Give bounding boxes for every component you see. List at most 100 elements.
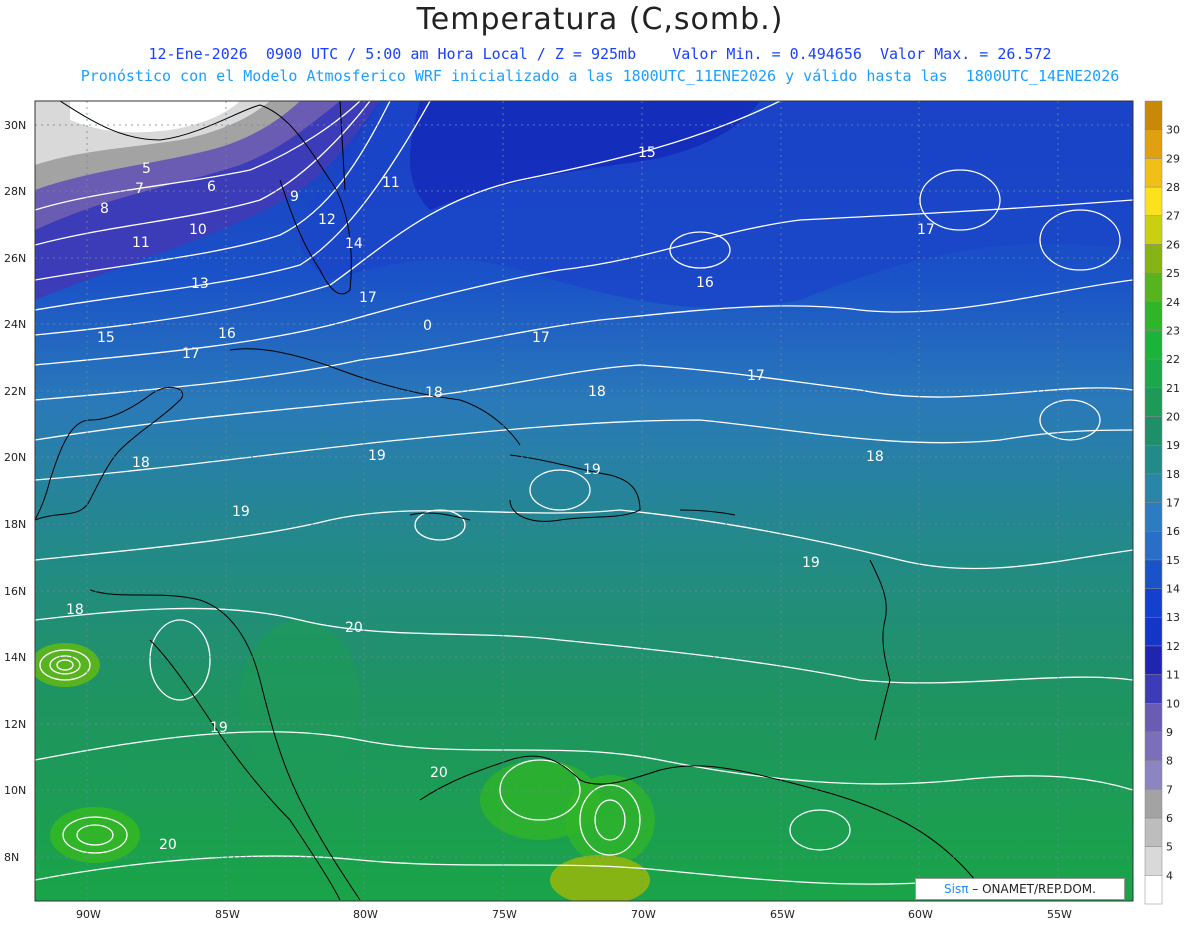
colorbar-label: 30 bbox=[1166, 124, 1180, 137]
colorbar-label: 11 bbox=[1166, 669, 1180, 682]
colorbar-label: 25 bbox=[1166, 267, 1180, 280]
colorbar-swatch bbox=[1144, 674, 1163, 704]
contour-label: 10 bbox=[189, 222, 207, 238]
colorbar-swatch bbox=[1144, 846, 1163, 876]
contour-label: 17 bbox=[917, 222, 935, 238]
contour-label: 20 bbox=[430, 765, 448, 781]
colorbar-label: 29 bbox=[1166, 152, 1180, 165]
colorbar: 4 5 6 7 8 9 10 11 12 13 14 15 16 17 18 19 20 21 22 23 24 25 26… bbox=[1144, 100, 1180, 905]
colorbar-label: 21 bbox=[1166, 382, 1180, 395]
contour-label: 18 bbox=[425, 385, 443, 401]
contour-label: 5 bbox=[142, 161, 151, 177]
colorbar-label: 20 bbox=[1166, 410, 1180, 423]
lon-tick-label: 60W bbox=[908, 908, 933, 921]
lat-tick-label: 26N bbox=[4, 252, 26, 265]
colorbar-label: 6 bbox=[1166, 812, 1173, 825]
lat-axis: 30N 28N 26N 24N 22N 20N 18N 16N 14N 12N … bbox=[4, 119, 26, 864]
contour-label: 19 bbox=[802, 555, 820, 571]
contour-label: 7 bbox=[135, 181, 144, 197]
colorbar-label: 5 bbox=[1166, 841, 1173, 854]
colorbar-label: 17 bbox=[1166, 497, 1180, 510]
lat-tick-label: 30N bbox=[4, 119, 26, 132]
contour-label: 18 bbox=[66, 602, 84, 618]
credit-text: – ONAMET/REP.DOM. bbox=[968, 882, 1096, 896]
colorbar-swatch bbox=[1144, 186, 1163, 216]
contour-label: 17 bbox=[747, 368, 765, 384]
lat-tick-label: 16N bbox=[4, 585, 26, 598]
contour-label: 8 bbox=[100, 201, 109, 217]
colorbar-swatch bbox=[1144, 387, 1163, 417]
contour-label: 18 bbox=[132, 455, 150, 471]
lon-tick-label: 80W bbox=[353, 908, 378, 921]
lat-tick-label: 28N bbox=[4, 185, 26, 198]
colorbar-swatch bbox=[1144, 444, 1163, 475]
contour-label: 15 bbox=[638, 145, 656, 161]
colorbar-swatch bbox=[1144, 588, 1163, 618]
lat-tick-label: 24N bbox=[4, 318, 26, 331]
contour-label: 9 bbox=[290, 189, 299, 205]
colorbar-label: 16 bbox=[1166, 525, 1180, 538]
contour-label: 11 bbox=[132, 235, 150, 251]
colorbar-label: 26 bbox=[1166, 238, 1180, 251]
colorbar-swatch bbox=[1144, 301, 1163, 331]
colorbar-label: 7 bbox=[1166, 783, 1173, 796]
colorbar-swatch bbox=[1144, 158, 1163, 188]
colorbar-swatch bbox=[1144, 215, 1163, 245]
colorbar-swatch bbox=[1144, 502, 1163, 532]
lat-tick-label: 14N bbox=[4, 651, 26, 664]
lon-tick-label: 90W bbox=[76, 908, 101, 921]
colorbar-swatch bbox=[1144, 244, 1163, 274]
temperature-field: 5 7 6 8 10 11 9 12 14 11 15 13 15 16 17 … bbox=[35, 101, 1133, 901]
contour-label: 11 bbox=[382, 175, 400, 191]
contour-label: 17 bbox=[532, 330, 550, 346]
lon-tick-label: 65W bbox=[770, 908, 795, 921]
colorbar-label: 8 bbox=[1166, 755, 1173, 768]
lat-tick-label: 12N bbox=[4, 718, 26, 731]
colorbar-swatch bbox=[1144, 530, 1163, 561]
colorbar-label: 10 bbox=[1166, 697, 1180, 710]
lon-axis: 90W 85W 80W 75W 70W 65W 60W 55W bbox=[76, 908, 1072, 921]
weather-map: 5 7 6 8 10 11 9 12 14 11 15 13 15 16 17 … bbox=[4, 100, 1180, 921]
contour-label: 15 bbox=[97, 330, 115, 346]
credit-box: Sisπ – ONAMET/REP.DOM. bbox=[915, 878, 1125, 900]
lon-tick-label: 55W bbox=[1047, 908, 1072, 921]
colorbar-label: 27 bbox=[1166, 210, 1180, 223]
colorbar-label: 9 bbox=[1166, 726, 1173, 739]
colorbar-label: 12 bbox=[1166, 640, 1180, 653]
colorbar-swatch bbox=[1144, 817, 1163, 847]
colorbar-label: 13 bbox=[1166, 611, 1180, 624]
colorbar-label: 14 bbox=[1166, 583, 1180, 596]
contour-label: 18 bbox=[866, 449, 884, 465]
contour-label: 18 bbox=[588, 384, 606, 400]
contour-label: 6 bbox=[207, 179, 216, 195]
colorbar-label: 28 bbox=[1166, 181, 1180, 194]
lon-tick-label: 85W bbox=[215, 908, 240, 921]
contour-label: 19 bbox=[368, 448, 386, 464]
colorbar-swatch bbox=[1144, 358, 1163, 389]
colorbar-swatch bbox=[1144, 789, 1163, 819]
colorbar-label: 19 bbox=[1166, 439, 1180, 452]
colorbar-label: 24 bbox=[1166, 296, 1180, 309]
contour-label: 14 bbox=[345, 236, 363, 252]
colorbar-label: 18 bbox=[1166, 468, 1180, 481]
contour-label: 19 bbox=[210, 720, 228, 736]
contour-label: 20 bbox=[159, 837, 177, 853]
colorbar-swatch bbox=[1144, 272, 1163, 303]
colorbar-swatch bbox=[1144, 100, 1163, 130]
lon-tick-label: 70W bbox=[631, 908, 656, 921]
colorbar-swatch bbox=[1144, 616, 1163, 647]
colorbar-swatch bbox=[1144, 416, 1163, 446]
contour-label: 0 bbox=[423, 318, 432, 334]
colorbar-label: 4 bbox=[1166, 869, 1173, 882]
contour-label: 17 bbox=[359, 290, 377, 306]
lat-tick-label: 22N bbox=[4, 385, 26, 398]
colorbar-swatch bbox=[1144, 473, 1163, 503]
colorbar-swatch bbox=[1144, 875, 1163, 905]
colorbar-label: 23 bbox=[1166, 324, 1180, 337]
colorbar-swatch bbox=[1144, 559, 1163, 589]
contour-label: 16 bbox=[218, 326, 236, 342]
contour-label: 12 bbox=[318, 212, 336, 228]
contour-label: 19 bbox=[232, 504, 250, 520]
contour-label: 16 bbox=[696, 275, 714, 291]
colorbar-swatch bbox=[1144, 731, 1163, 761]
